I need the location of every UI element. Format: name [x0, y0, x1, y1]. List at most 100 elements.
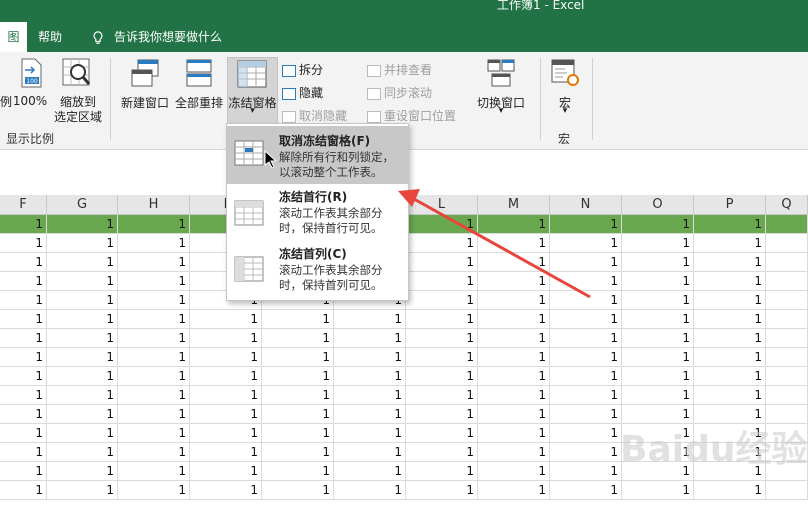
cell-o5[interactable]: 1 — [622, 272, 694, 291]
cell-o2[interactable]: 1 — [622, 215, 694, 234]
tell-me-box[interactable]: 告诉我你想要做什么 — [92, 22, 222, 52]
cell-n15[interactable]: 1 — [550, 462, 622, 481]
cell-g4[interactable]: 1 — [47, 253, 118, 272]
sync-scroll-button[interactable]: 同步滚动 — [367, 84, 432, 101]
cell-q10[interactable] — [766, 367, 808, 386]
cell-m7[interactable]: 1 — [478, 310, 550, 329]
cell-k10[interactable]: 1 — [334, 367, 406, 386]
cell-l12[interactable]: 1 — [406, 405, 478, 424]
cell-h5[interactable]: 1 — [118, 272, 190, 291]
cell-p5[interactable]: 1 — [694, 272, 766, 291]
cell-j10[interactable]: 1 — [262, 367, 334, 386]
cell-n7[interactable]: 1 — [550, 310, 622, 329]
cell-o7[interactable]: 1 — [622, 310, 694, 329]
cell-p16[interactable]: 1 — [694, 481, 766, 500]
cell-j8[interactable]: 1 — [262, 329, 334, 348]
cell-h16[interactable]: 1 — [118, 481, 190, 500]
cell-g12[interactable]: 1 — [47, 405, 118, 424]
cell-q2[interactable] — [766, 215, 808, 234]
cell-q7[interactable] — [766, 310, 808, 329]
cell-p8[interactable]: 1 — [694, 329, 766, 348]
cell-h7[interactable]: 1 — [118, 310, 190, 329]
cell-g6[interactable]: 1 — [47, 291, 118, 310]
cell-h3[interactable]: 1 — [118, 234, 190, 253]
cell-n14[interactable]: 1 — [550, 443, 622, 462]
cell-o11[interactable]: 1 — [622, 386, 694, 405]
cell-i10[interactable]: 1 — [190, 367, 262, 386]
cell-h14[interactable]: 1 — [118, 443, 190, 462]
cell-n8[interactable]: 1 — [550, 329, 622, 348]
cell-g10[interactable]: 1 — [47, 367, 118, 386]
cell-h11[interactable]: 1 — [118, 386, 190, 405]
cell-f16[interactable]: 1 — [0, 481, 47, 500]
cell-o10[interactable]: 1 — [622, 367, 694, 386]
cell-i9[interactable]: 1 — [190, 348, 262, 367]
cell-f2[interactable]: 1 — [0, 215, 47, 234]
column-header-h[interactable]: H — [118, 195, 190, 215]
cell-i14[interactable]: 1 — [190, 443, 262, 462]
cell-m12[interactable]: 1 — [478, 405, 550, 424]
cell-p10[interactable]: 1 — [694, 367, 766, 386]
cell-f11[interactable]: 1 — [0, 386, 47, 405]
cell-f8[interactable]: 1 — [0, 329, 47, 348]
unhide-button[interactable]: 取消隐藏 — [282, 107, 347, 124]
cell-f6[interactable]: 1 — [0, 291, 47, 310]
cell-k13[interactable]: 1 — [334, 424, 406, 443]
cell-k12[interactable]: 1 — [334, 405, 406, 424]
cell-q4[interactable] — [766, 253, 808, 272]
cell-n16[interactable]: 1 — [550, 481, 622, 500]
cell-l13[interactable]: 1 — [406, 424, 478, 443]
cell-m16[interactable]: 1 — [478, 481, 550, 500]
cell-n9[interactable]: 1 — [550, 348, 622, 367]
cell-g8[interactable]: 1 — [47, 329, 118, 348]
cell-f13[interactable]: 1 — [0, 424, 47, 443]
cell-j13[interactable]: 1 — [262, 424, 334, 443]
tab-view[interactable]: 图 — [0, 22, 27, 52]
cell-k16[interactable]: 1 — [334, 481, 406, 500]
cell-f14[interactable]: 1 — [0, 443, 47, 462]
cell-g2[interactable]: 1 — [47, 215, 118, 234]
cell-f9[interactable]: 1 — [0, 348, 47, 367]
cell-o8[interactable]: 1 — [622, 329, 694, 348]
unfreeze-panes-item[interactable]: 取消冻结窗格(F) 解除所有行和列锁定，以滚动整个工作表。 — [227, 126, 408, 184]
cell-h4[interactable]: 1 — [118, 253, 190, 272]
cell-q3[interactable] — [766, 234, 808, 253]
cell-f3[interactable]: 1 — [0, 234, 47, 253]
cell-k9[interactable]: 1 — [334, 348, 406, 367]
cell-g11[interactable]: 1 — [47, 386, 118, 405]
cell-f5[interactable]: 1 — [0, 272, 47, 291]
cell-g16[interactable]: 1 — [47, 481, 118, 500]
cell-f4[interactable]: 1 — [0, 253, 47, 272]
cell-f15[interactable]: 1 — [0, 462, 47, 481]
cell-i12[interactable]: 1 — [190, 405, 262, 424]
cell-j14[interactable]: 1 — [262, 443, 334, 462]
cell-n11[interactable]: 1 — [550, 386, 622, 405]
cell-p3[interactable]: 1 — [694, 234, 766, 253]
cell-p7[interactable]: 1 — [694, 310, 766, 329]
cell-j16[interactable]: 1 — [262, 481, 334, 500]
cell-h2[interactable]: 1 — [118, 215, 190, 234]
cell-g13[interactable]: 1 — [47, 424, 118, 443]
cell-p2[interactable]: 1 — [694, 215, 766, 234]
cell-o9[interactable]: 1 — [622, 348, 694, 367]
cell-g7[interactable]: 1 — [47, 310, 118, 329]
tab-help[interactable]: 帮助 — [38, 22, 62, 52]
cell-i16[interactable]: 1 — [190, 481, 262, 500]
cell-p4[interactable]: 1 — [694, 253, 766, 272]
switch-windows-button[interactable]: 切换窗口 ▾ — [474, 58, 528, 124]
cell-m15[interactable]: 1 — [478, 462, 550, 481]
cell-f12[interactable]: 1 — [0, 405, 47, 424]
cell-o6[interactable]: 1 — [622, 291, 694, 310]
cell-l11[interactable]: 1 — [406, 386, 478, 405]
freeze-top-row-item[interactable]: 冻结首行(R) 滚动工作表其余部分时，保持首行可见。 — [227, 186, 408, 242]
cell-i7[interactable]: 1 — [190, 310, 262, 329]
freeze-panes-button[interactable]: 冻结窗格 ▾ — [227, 58, 278, 124]
cell-h12[interactable]: 1 — [118, 405, 190, 424]
arrange-all-button[interactable]: 全部重排 — [172, 58, 226, 114]
cell-o16[interactable]: 1 — [622, 481, 694, 500]
cell-l8[interactable]: 1 — [406, 329, 478, 348]
cell-h15[interactable]: 1 — [118, 462, 190, 481]
zoom-100-button[interactable]: 100 100% — [12, 58, 48, 113]
macros-button[interactable]: 宏 ▾ — [548, 58, 582, 124]
zoom-button-partial[interactable]: 例 — [0, 93, 12, 110]
